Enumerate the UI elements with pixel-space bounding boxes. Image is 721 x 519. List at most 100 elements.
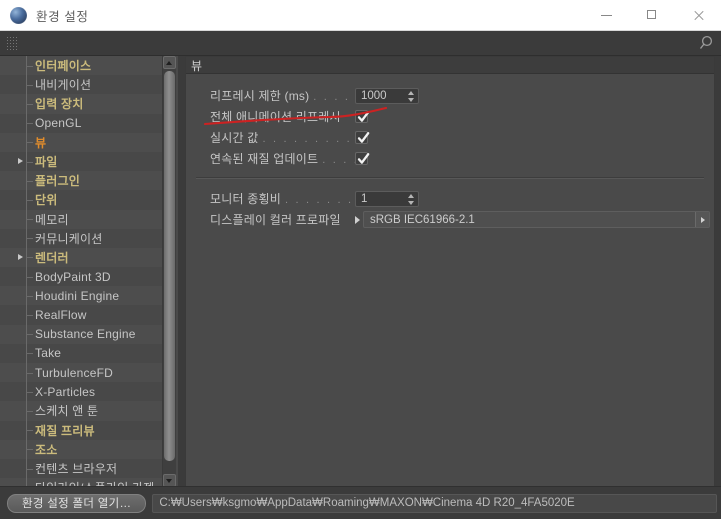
scrollbar-thumb[interactable] [164,71,175,461]
setting-label-wrap: 전체 애니메이션 리프레시 [210,108,355,125]
sidebar-item-label: 스케치 앤 툰 [35,404,99,419]
tool-strip [0,31,721,56]
sidebar-item-label: 뷰 [35,135,47,150]
spinner-arrows-icon[interactable] [407,193,415,205]
close-icon [693,10,704,21]
sidebar-item-4[interactable]: OpenGL [0,113,162,133]
window-title-bar: 환경 설정 [0,0,721,31]
sidebar-item-label: 인터페이스 [35,59,92,74]
sidebar-item-label: Substance Engine [35,327,136,342]
drag-grip-icon[interactable] [6,36,19,50]
preferences-path-field[interactable]: C:₩Users₩ksgmo₩AppData₩Roaming₩MAXON₩Cin… [152,493,717,513]
sidebar-item-9[interactable]: 메모리 [0,209,162,229]
setting-label-dots: . . . . . . . . . . . . . [262,133,356,145]
setting-label-wrap: 연속된 재질 업데이트. . . . . [210,150,355,167]
setting-label: 디스플레이 컬러 프로파일 [210,213,341,227]
tree-tick [26,103,33,105]
sidebar-item-13[interactable]: Houdini Engine [0,286,162,306]
sidebar-item-label: 조소 [35,442,58,457]
setting-label-dots: . . . . . [322,154,355,166]
close-button[interactable] [675,0,721,31]
sidebar-item-21[interactable]: 조소 [0,439,162,459]
sidebar-item-label: OpenGL [35,116,82,131]
sidebar-item-label: RealFlow [35,308,87,323]
sidebar-item-20[interactable]: 재질 프리뷰 [0,420,162,440]
panel-body: 리프레시 제한 (ms). . . . . . . 1000 전체 애니메이션 리프… [186,74,714,230]
sidebar-item-8[interactable]: 단위 [0,190,162,210]
expand-caret-icon[interactable] [18,253,23,260]
number-input-value: 1000 [361,89,387,102]
tree-tick [26,65,33,67]
maximize-icon [646,10,658,21]
expand-arrow-icon[interactable] [355,215,360,224]
settings-group-refresh: 리프레시 제한 (ms). . . . . . . 1000 전체 애니메이션 리프… [186,85,714,169]
expand-caret-icon[interactable] [18,158,23,165]
sidebar-item-label: 메모리 [35,212,69,227]
sidebar-item-5[interactable]: 뷰 [0,132,162,152]
search-icon [699,35,713,49]
sidebar-item-label: 파일 [35,155,58,170]
spinner-arrows-icon[interactable] [407,90,415,102]
settings-group-display: 모니터 종횡비. . . . . . . . . . . 1 디스플레이 컬러 프로… [186,188,714,230]
tree-tick [26,142,33,144]
setting-row: 연속된 재질 업데이트. . . . . [186,148,714,169]
tree-tick [26,84,33,86]
sidebar-item-19[interactable]: 스케치 앤 툰 [0,401,162,421]
setting-row: 디스플레이 컬러 프로파일 sRGB IEC61966-2.1 [186,209,714,230]
cinema4d-sphere-icon [10,6,27,24]
sidebar-item-12[interactable]: BodyPaint 3D [0,267,162,287]
sidebar-item-10[interactable]: 커뮤니케이션 [0,228,162,248]
minimize-button[interactable] [583,0,629,31]
tree-tick [26,449,33,451]
sidebar-item-2[interactable]: 내비게이션 [0,75,162,95]
maximize-button[interactable] [629,0,675,31]
preferences-path-value: C:₩Users₩ksgmo₩AppData₩Roaming₩MAXON₩Cin… [159,497,575,509]
setting-row: 실시간 값. . . . . . . . . . . . . [186,127,714,148]
checkbox[interactable] [355,131,370,144]
setting-label: 실시간 값 [210,131,259,145]
number-input-value: 1 [361,192,368,205]
setting-label: 연속된 재질 업데이트 [210,152,319,166]
sidebar-item-6[interactable]: 파일 [0,151,162,172]
tree-tick [26,468,33,470]
setting-label: 모니터 종횡비 [210,192,281,206]
tree-tick [26,257,33,259]
open-preferences-folder-button[interactable]: 환경 설정 폴더 열기… [7,493,147,513]
minimize-icon [600,10,612,21]
tree-scrollbar[interactable] [162,56,176,487]
sidebar-item-22[interactable]: 컨텐츠 브라우저 [0,458,162,479]
number-input[interactable]: 1000 [355,87,419,104]
tree-tick [26,353,33,355]
sidebar-item-14[interactable]: RealFlow [0,305,162,325]
check-icon [357,153,370,164]
text-input[interactable]: sRGB IEC61966-2.1 [363,211,710,228]
preferences-category-tree[interactable]: 인터페이스 내비게이션 입력 장치 OpenGL 뷰파일 플러그인 단위메모리 커뮤니케이션렌… [0,56,178,487]
sidebar-item-17[interactable]: TurbulenceFD [0,363,162,383]
search-button[interactable] [697,34,717,53]
window-controls [583,0,721,31]
scroll-up-arrow-icon[interactable] [163,56,176,69]
setting-label: 리프레시 제한 (ms) [210,89,310,103]
tree-tick [26,123,33,125]
sidebar-item-7[interactable]: 플러그인 [0,171,162,191]
sidebar-item-15[interactable]: Substance Engine [0,324,162,344]
sidebar-item-label: Houdini Engine [35,288,120,303]
group-divider [196,177,704,179]
sidebar-item-18[interactable]: X-Particles [0,382,162,402]
setting-label-wrap: 리프레시 제한 (ms). . . . . . . [210,87,355,104]
sidebar-item-11[interactable]: 렌더러 [0,247,162,268]
setting-label-wrap: 모니터 종횡비. . . . . . . . . . . [210,190,355,207]
sidebar-item-1[interactable]: 인터페이스 [0,56,162,76]
sidebar-item-label: 렌더러 [35,250,69,265]
sidebar-item-label: 컨텐츠 브라우저 [35,462,118,477]
tree-tick [26,161,33,163]
checkbox[interactable] [355,152,370,165]
field-dropdown-button[interactable] [695,212,709,227]
number-input[interactable]: 1 [355,190,419,207]
sidebar-item-3[interactable]: 입력 장치 [0,94,162,114]
checkbox[interactable] [355,110,370,123]
setting-label-wrap: 디스플레이 컬러 프로파일 [210,211,355,228]
sidebar-item-16[interactable]: Take [0,343,162,363]
tree-tick [26,276,33,278]
tree-tick [26,199,33,201]
